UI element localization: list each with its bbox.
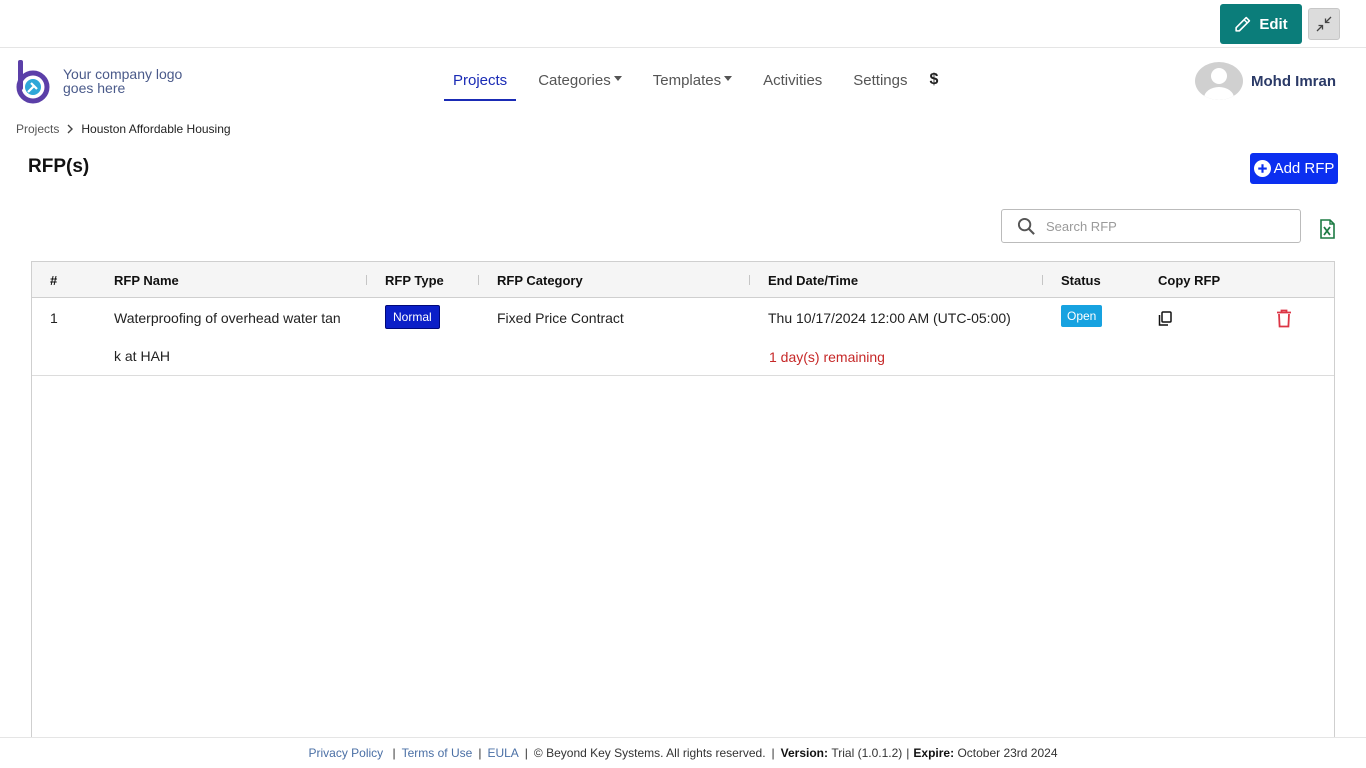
trash-svg [1277, 309, 1291, 328]
nav-settings[interactable]: Settings [844, 58, 916, 102]
nav-templates[interactable]: Templates [644, 58, 741, 102]
breadcrumb: Projects Houston Affordable Housing [16, 122, 231, 136]
nav-projects[interactable]: Projects [444, 58, 517, 102]
collapse-icon [1316, 16, 1332, 32]
rfp-name-line2[interactable]: k at HAH [114, 348, 170, 364]
user-name[interactable]: Mohd Imran [1251, 73, 1336, 90]
caret-down-icon [724, 75, 733, 81]
add-rfp-label: Add RFP [1273, 160, 1335, 177]
search-input[interactable] [1046, 218, 1286, 234]
copy-svg [1158, 311, 1172, 326]
status-badge: Open [1061, 305, 1103, 327]
logo-text-line1: Your company logo [63, 66, 183, 82]
main-nav: Projects Categories Templates Activities… [444, 58, 938, 102]
pencil-icon [1235, 16, 1251, 32]
col-resize-handle[interactable] [749, 275, 750, 285]
col-rfp-name[interactable]: RFP Name [114, 273, 179, 288]
privacy-policy-link[interactable]: Privacy Policy [308, 746, 383, 760]
nav-settings-label: Settings [853, 71, 908, 89]
expire-value: October 23rd 2024 [957, 746, 1058, 760]
rfp-type-badge: Normal [385, 305, 440, 329]
col-status[interactable]: Status [1061, 273, 1101, 288]
nav-categories-label: Categories [538, 71, 611, 89]
logo-placeholder-text: Your company logo goes here [63, 67, 182, 95]
rfp-category: Fixed Price Contract [497, 310, 624, 326]
collapse-button[interactable] [1308, 8, 1340, 40]
nav-activities-label: Activities [763, 71, 823, 89]
company-logo[interactable] [16, 60, 54, 104]
col-resize-handle[interactable] [1042, 275, 1043, 285]
nav-activities[interactable]: Activities [754, 58, 831, 102]
footer-separator: | [524, 746, 528, 760]
pricing-dollar-icon[interactable]: $ [930, 58, 939, 102]
nav-projects-label: Projects [453, 71, 508, 89]
excel-export-icon[interactable] [1317, 219, 1337, 239]
search-icon [1017, 217, 1035, 235]
col-end-date[interactable]: End Date/Time [768, 273, 858, 288]
search-box [1001, 209, 1301, 243]
user-icon [1204, 68, 1234, 100]
expire-label: Expire: [913, 746, 955, 760]
footer-separator: | [389, 746, 396, 760]
version-label: Version: [780, 746, 829, 760]
trash-icon[interactable] [1276, 309, 1292, 333]
breadcrumb-projects[interactable]: Projects [16, 122, 59, 136]
breadcrumb-current: Houston Affordable Housing [81, 122, 231, 136]
days-remaining: 1 day(s) remaining [769, 349, 885, 365]
row-divider [32, 375, 1334, 376]
rfp-table: # RFP Name RFP Type RFP Category End Dat… [31, 261, 1335, 751]
top-bar: Edit [0, 0, 1366, 48]
plus-circle-icon [1253, 160, 1271, 177]
eula-link[interactable]: EULA [487, 746, 518, 760]
version-value: Trial (1.0.1.2) [831, 746, 903, 760]
footer-separator: | [478, 746, 482, 760]
page-title: RFP(s) [28, 156, 90, 177]
chevron-right-icon [67, 124, 74, 134]
edit-button-label: Edit [1259, 15, 1288, 33]
col-rfp-type[interactable]: RFP Type [385, 273, 444, 288]
copyright-text: © Beyond Key Systems. All rights reserve… [533, 746, 766, 760]
add-rfp-button[interactable]: Add RFP [1250, 153, 1338, 184]
row-index: 1 [50, 310, 58, 326]
table-header: # RFP Name RFP Type RFP Category End Dat… [32, 262, 1334, 298]
footer-separator: | [771, 746, 775, 760]
col-index: # [50, 273, 58, 288]
col-rfp-category[interactable]: RFP Category [497, 273, 583, 288]
col-copy-rfp: Copy RFP [1158, 273, 1221, 288]
logo-icon [16, 60, 50, 104]
rfp-name-line1[interactable]: Waterproofing of overhead water tan [114, 310, 341, 326]
edit-button[interactable]: Edit [1220, 4, 1302, 44]
avatar[interactable] [1195, 62, 1243, 100]
excel-icon [1320, 219, 1335, 239]
nav-categories[interactable]: Categories [529, 58, 631, 102]
footer-separator: | [906, 746, 910, 760]
footer: Privacy Policy | Terms of Use | EULA | ©… [0, 737, 1366, 768]
terms-of-use-link[interactable]: Terms of Use [402, 746, 473, 760]
col-resize-handle[interactable] [366, 275, 367, 285]
nav-templates-label: Templates [652, 71, 722, 89]
caret-down-icon [613, 75, 622, 81]
logo-text-line2: goes here [63, 80, 126, 96]
rfp-end-date: Thu 10/17/2024 12:00 AM (UTC-05:00) [768, 310, 1011, 326]
copy-icon[interactable] [1158, 311, 1172, 331]
col-resize-handle[interactable] [478, 275, 479, 285]
